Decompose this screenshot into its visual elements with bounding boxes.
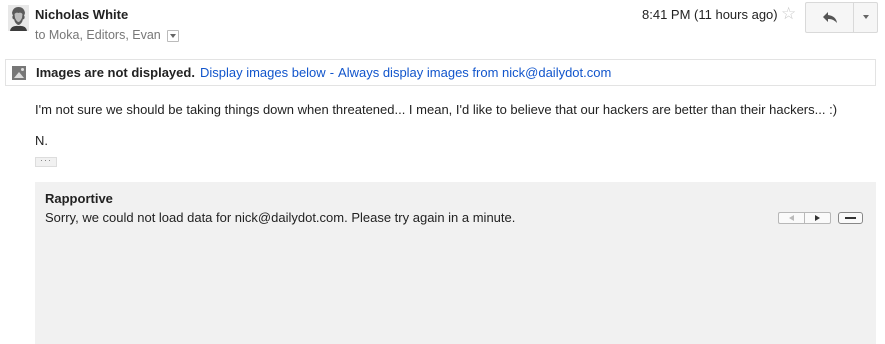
- sender-name[interactable]: Nicholas White: [35, 7, 128, 22]
- recipients-text: to Moka, Editors, Evan: [35, 28, 161, 42]
- message-body: I'm not sure we should be taking things …: [35, 102, 838, 117]
- rapportive-panel: Rapportive Sorry, we could not load data…: [35, 182, 876, 344]
- recipients-line: to Moka, Editors, Evan: [35, 28, 179, 42]
- rapportive-title: Rapportive: [45, 191, 113, 206]
- reply-button-group: [805, 2, 878, 33]
- avatar: [8, 5, 29, 31]
- next-button[interactable]: [804, 212, 831, 224]
- more-actions-button[interactable]: [854, 3, 877, 32]
- message-signature: N.: [35, 133, 48, 148]
- reply-button[interactable]: [806, 3, 854, 32]
- images-notice-bar: Images are not displayed. Display images…: [5, 59, 876, 86]
- minimize-button[interactable]: [838, 212, 863, 224]
- always-display-images-link[interactable]: Always display images from nick@dailydot…: [338, 65, 611, 80]
- display-images-below-link[interactable]: Display images below: [200, 65, 326, 80]
- images-notice-text: Images are not displayed.: [36, 65, 195, 80]
- image-icon: [12, 65, 26, 80]
- reply-arrow-icon: [823, 12, 837, 23]
- show-trimmed-content-button[interactable]: ···: [35, 156, 57, 167]
- link-separator: -: [329, 65, 335, 80]
- rapportive-nav: [778, 212, 831, 224]
- show-details-icon[interactable]: [166, 30, 179, 42]
- message-timestamp: 8:41 PM (11 hours ago): [642, 7, 778, 22]
- star-icon[interactable]: ☆: [781, 4, 796, 24]
- rapportive-error-message: Sorry, we could not load data for nick@d…: [45, 210, 516, 225]
- previous-button[interactable]: [778, 212, 804, 224]
